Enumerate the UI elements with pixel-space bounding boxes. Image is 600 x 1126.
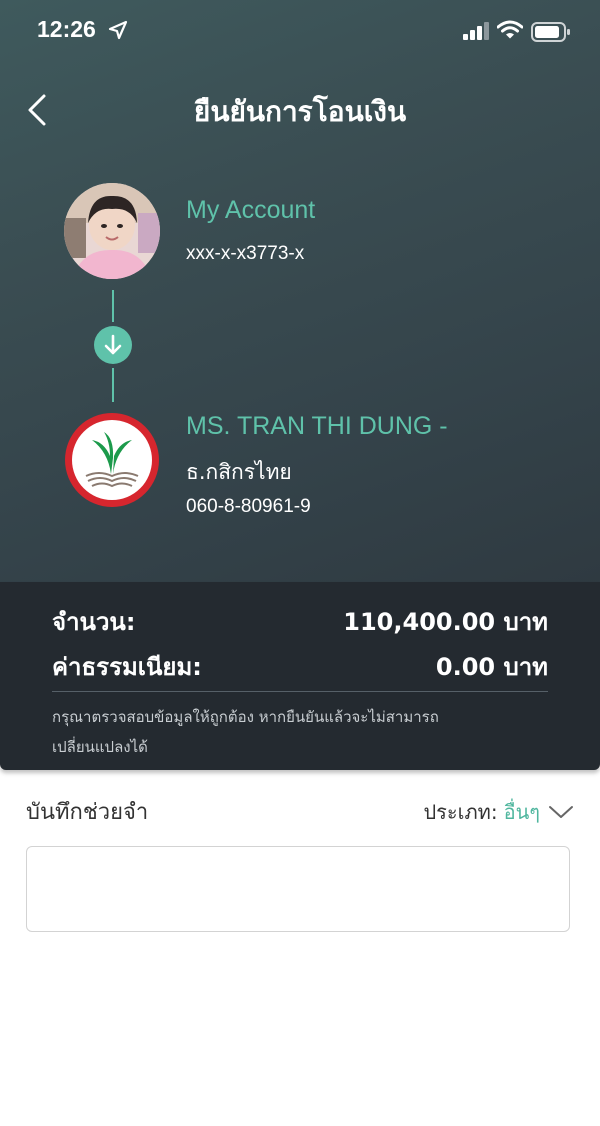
fee-value: 0.00 บาท	[435, 653, 548, 681]
page-title: ยืนยันการโอนเงิน	[193, 95, 407, 128]
amount-label: จำนวน:	[52, 608, 136, 636]
status-bar: 12:26	[0, 0, 600, 64]
recipient-account-number: 060-8-80961-9	[186, 496, 311, 517]
chevron-down-icon	[549, 806, 573, 818]
amount-value: 110,400.00 บาท	[343, 608, 548, 636]
transfer-connector-line	[112, 290, 114, 322]
sender-avatar	[64, 183, 160, 279]
wifi-icon	[497, 20, 523, 39]
recipient-name: MS. TRAN THI DUNG -	[186, 412, 448, 440]
sender-account-number: xxx-x-x3773-x	[186, 243, 305, 264]
confirmation-warning: กรุณาตรวจสอบข้อมูลให้ถูกต้อง หากยืนยันแล…	[52, 702, 552, 762]
memo-label: บันทึกช่วยจำ	[26, 800, 149, 825]
memo-type-label: ประเภท:	[423, 800, 498, 824]
transfer-summary-panel: จำนวน: 110,400.00 บาท ค่าธรรมเนียม: 0.00…	[0, 582, 600, 770]
battery-icon	[531, 22, 570, 42]
warning-line: เปลี่ยนแปลงได้	[52, 738, 148, 756]
kasikorn-bank-logo	[65, 413, 159, 507]
signal-icon	[463, 22, 489, 40]
memo-input[interactable]	[26, 846, 570, 932]
sender-name: My Account	[186, 196, 316, 224]
fee-label: ค่าธรรมเนียม:	[52, 653, 202, 681]
summary-divider	[52, 691, 548, 692]
recipient-bank-name: ธ.กสิกรไทย	[186, 460, 292, 484]
status-time: 12:26	[37, 16, 96, 42]
location-arrow-icon	[108, 20, 128, 40]
confirm-header-panel: 12:26 ยืนยันการโอนเงิน My Account xxx-x-…	[0, 0, 600, 582]
arrow-down-icon	[104, 334, 122, 355]
transfer-direction-indicator	[94, 326, 132, 364]
memo-type-selector[interactable]: ประเภท: อื่นๆ	[423, 796, 574, 828]
warning-line: กรุณาตรวจสอบข้อมูลให้ถูกต้อง หากยืนยันแล…	[52, 708, 439, 726]
memo-type-value: อื่นๆ	[503, 800, 540, 824]
transfer-connector-line	[112, 368, 114, 402]
